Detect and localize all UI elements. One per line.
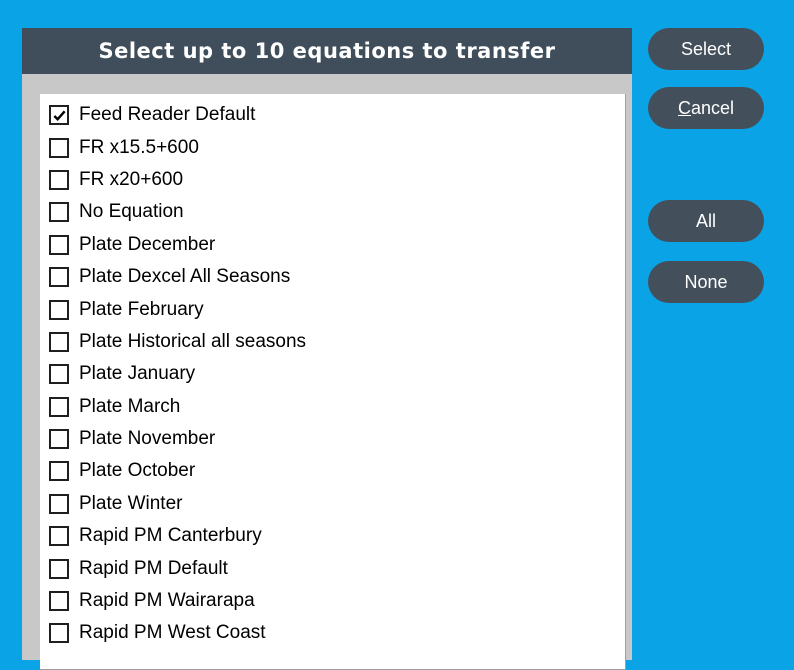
all-button-label: All bbox=[695, 211, 716, 231]
dialog-title: Select up to 10 equations to transfer bbox=[22, 28, 632, 74]
list-item-label: FR x15.5+600 bbox=[79, 136, 199, 158]
list-item-label: Plate Winter bbox=[79, 492, 183, 514]
list-item[interactable]: Plate Dexcel All Seasons bbox=[49, 261, 306, 293]
checkbox[interactable] bbox=[49, 493, 69, 514]
equation-list-box[interactable]: Feed Reader Default FR x15.5+600 FR x20+… bbox=[40, 94, 626, 670]
checkbox[interactable] bbox=[49, 558, 69, 579]
select-all-button[interactable]: All bbox=[648, 200, 764, 242]
none-button-label: None bbox=[684, 272, 728, 292]
cancel-button[interactable]: Cancel bbox=[648, 87, 764, 129]
list-item[interactable]: Rapid PM Wairarapa bbox=[49, 585, 306, 617]
list-item-label: Plate March bbox=[79, 395, 181, 417]
list-item-label: FR x20+600 bbox=[79, 168, 184, 190]
checkbox[interactable] bbox=[49, 364, 69, 385]
list-item[interactable]: Rapid PM Default bbox=[49, 552, 306, 584]
list-item-label: Plate Historical all seasons bbox=[79, 330, 307, 352]
equation-list: Feed Reader Default FR x15.5+600 FR x20+… bbox=[49, 99, 306, 650]
checkbox[interactable] bbox=[49, 461, 69, 482]
list-item[interactable]: No Equation bbox=[49, 196, 306, 228]
checkbox[interactable] bbox=[49, 202, 69, 223]
checkbox[interactable] bbox=[49, 234, 69, 255]
list-item[interactable]: Plate January bbox=[49, 358, 306, 390]
checkbox[interactable] bbox=[49, 429, 69, 450]
equation-panel: Select up to 10 equations to transfer Fe… bbox=[22, 28, 632, 670]
list-item[interactable]: FR x20+600 bbox=[49, 164, 306, 196]
select-none-button[interactable]: None bbox=[648, 261, 764, 303]
cancel-mnemonic: C bbox=[677, 98, 691, 118]
select-button-label: Select bbox=[680, 39, 732, 59]
checkbox[interactable] bbox=[49, 299, 69, 320]
list-item[interactable]: Plate Winter bbox=[49, 488, 306, 520]
list-item-label: Plate January bbox=[79, 363, 196, 385]
checkbox[interactable] bbox=[49, 591, 69, 612]
select-button[interactable]: Select bbox=[648, 28, 764, 70]
list-item-label: No Equation bbox=[79, 201, 184, 223]
list-item[interactable]: Plate Historical all seasons bbox=[49, 326, 306, 358]
list-item-label: Rapid PM West Coast bbox=[79, 622, 266, 644]
list-item[interactable]: Plate October bbox=[49, 455, 306, 487]
list-item[interactable]: Plate March bbox=[49, 391, 306, 423]
list-item[interactable]: Rapid PM West Coast bbox=[49, 617, 306, 649]
list-item-label: Plate October bbox=[79, 460, 196, 482]
list-item[interactable]: Plate February bbox=[49, 293, 306, 325]
checkbox[interactable] bbox=[49, 137, 69, 158]
list-item-label: Plate December bbox=[79, 233, 216, 255]
list-item[interactable]: Feed Reader Default bbox=[49, 99, 306, 131]
checkbox[interactable] bbox=[49, 105, 69, 126]
list-item[interactable]: FR x15.5+600 bbox=[49, 131, 306, 163]
checkbox[interactable] bbox=[49, 169, 69, 190]
checkmark-icon bbox=[52, 110, 66, 121]
list-item-label: Plate November bbox=[79, 428, 216, 450]
list-item[interactable]: Plate December bbox=[49, 229, 306, 261]
list-item[interactable]: Plate November bbox=[49, 423, 306, 455]
list-item-label: Plate February bbox=[79, 298, 204, 320]
list-item-label: Rapid PM Wairarapa bbox=[79, 590, 255, 612]
checkbox[interactable] bbox=[49, 623, 69, 644]
list-item-label: Rapid PM Canterbury bbox=[79, 525, 262, 547]
list-item-label: Plate Dexcel All Seasons bbox=[79, 266, 291, 288]
list-item[interactable]: Rapid PM Canterbury bbox=[49, 520, 306, 552]
list-item-label: Rapid PM Default bbox=[79, 557, 228, 579]
checkbox[interactable] bbox=[49, 331, 69, 352]
checkbox[interactable] bbox=[49, 526, 69, 547]
cancel-button-label: ancel bbox=[690, 98, 735, 118]
checkbox[interactable] bbox=[49, 396, 69, 417]
checkbox[interactable] bbox=[49, 267, 69, 288]
list-item-label: Feed Reader Default bbox=[79, 104, 256, 126]
